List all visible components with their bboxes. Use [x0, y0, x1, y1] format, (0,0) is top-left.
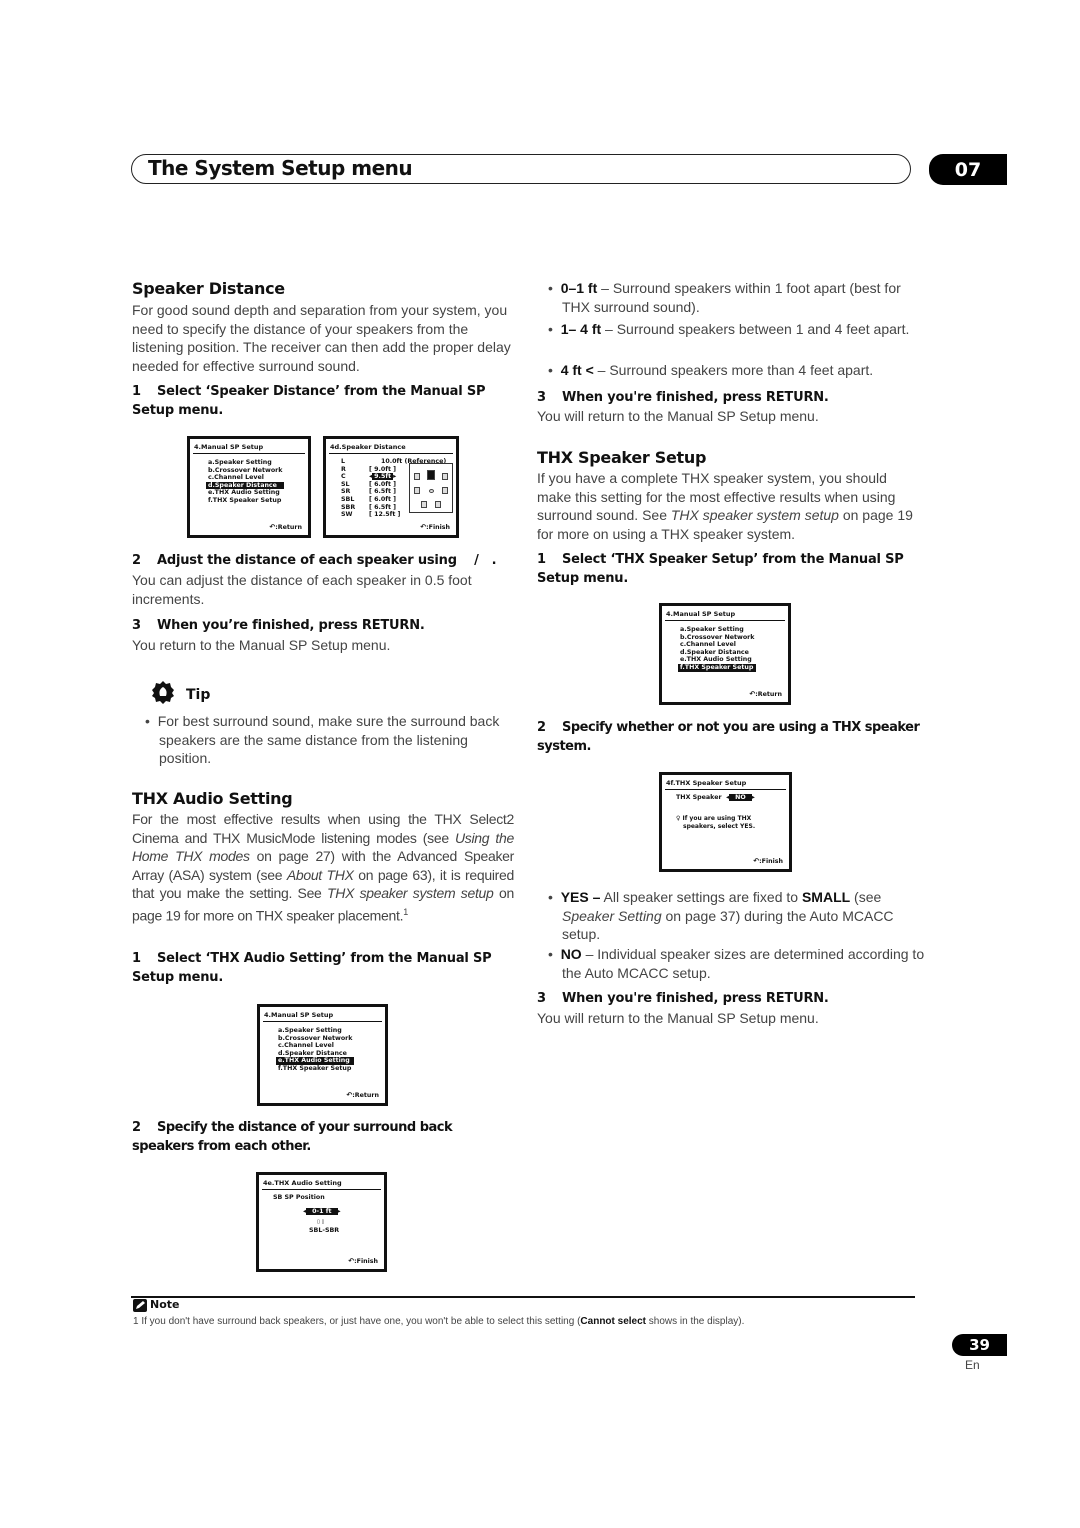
tip-label: Tip	[186, 687, 211, 703]
thx-speaker-step-2: 2 Specify whether or not you are using a …	[537, 720, 920, 754]
sb-position-selector: ◂ 0-1 ft ▸	[303, 1208, 341, 1215]
page-number: 39	[952, 1334, 1007, 1356]
osd-selected-item: f.THX Speaker Setup	[678, 663, 757, 672]
bullet-4ft-plus: • 4 ft < – Surround speakers more than 4…	[548, 362, 874, 378]
speaker-distance-step-3: 3 When you’re finished, press RETURN.	[132, 618, 425, 633]
heading-speaker-distance: Speaker Distance	[132, 279, 285, 298]
thx-speaker-step-3-body: You will return to the Manual SP Setup m…	[537, 1010, 819, 1026]
tip-bullet: • For best surround sound, make sure the…	[145, 713, 500, 766]
note-text: 1 If you don't have surround back speake…	[133, 1316, 745, 1327]
osd-selected-distance: 9.5ft	[372, 473, 394, 481]
osd-selected-item: d.Speaker Distance	[206, 481, 285, 490]
heading-thx-audio-setting: THX Audio Setting	[132, 789, 293, 808]
osd-speaker-distance: 4d.Speaker Distance L 10.0ft (Reference) …	[323, 436, 459, 538]
chapter-badge: 07	[929, 154, 1007, 185]
osd-selected-item: e.THX Audio Setting	[276, 1057, 355, 1065]
speaker-distance-step-1: 1 Select ‘Speaker Distance’ from the Manu…	[132, 384, 486, 418]
bullet-yes: • YES – All speaker settings are fixed t…	[548, 889, 894, 942]
note-pencil-icon	[133, 1299, 147, 1312]
osd-thx-audio-setting: 4e.THX Audio Setting SB SP Position ◂ 0-1…	[256, 1172, 387, 1272]
osd-manual-menu-thx-speaker: 4.Manual SP Setup a.Speaker Setting b.Cr…	[659, 603, 791, 705]
thx-audio-step-1: 1 Select ‘THX Audio Setting’ from the Man…	[132, 951, 492, 985]
thx-speaker-step-3: 3 When you're finished, press RETURN.	[537, 991, 829, 1006]
thx-speaker-value: NO	[729, 794, 752, 801]
speaker-distance-intro: For good sound depth and separation from…	[132, 302, 511, 374]
note-label: Note	[150, 1298, 180, 1311]
speaker-distance-step-3-body: You return to the Manual SP Setup menu.	[132, 637, 391, 653]
thx-audio-step-3: 3 When you're finished, press RETURN.	[537, 390, 829, 405]
thx-audio-step-2: 2 Specify the distance of your surround b…	[132, 1120, 453, 1154]
bullet-0-1ft: • 0–1 ft – Surround speakers within 1 fo…	[548, 280, 901, 315]
speaker-distance-step-2: 2 Adjust the distance of each speaker usi…	[132, 553, 497, 568]
osd-manual-menu-thx-audio: 4.Manual SP Setup a.Speaker Setting b.Cr…	[257, 1004, 388, 1106]
language-label: En	[965, 1358, 980, 1372]
thx-audio-intro: For the most effective results when usin…	[132, 811, 515, 924]
note-divider	[131, 1296, 915, 1298]
footnote-ref[interactable]: 1	[403, 907, 408, 917]
speaker-pair-icon: ▯ ▯	[317, 1219, 325, 1225]
page-title: The System Setup menu	[148, 156, 413, 180]
thx-audio-step-3-body: You will return to the Manual SP Setup m…	[537, 408, 819, 424]
bullet-1-4ft: • 1– 4 ft – Surround speakers between 1 …	[548, 321, 910, 337]
osd-thx-speaker-setup: 4f.THX Speaker Setup THX Speaker ◂ NO ▸ ♀ …	[659, 772, 792, 872]
heading-thx-speaker-setup: THX Speaker Setup	[537, 448, 707, 467]
thx-speaker-step-1: 1 Select ‘THX Speaker Setup’ from the Man…	[537, 552, 904, 586]
bullet-no: • NO – Individual speaker sizes are dete…	[548, 946, 925, 981]
tip-lightbulb-icon	[152, 681, 174, 705]
hint-bulb-icon: ♀	[676, 815, 681, 822]
speaker-layout-diagram	[409, 463, 453, 513]
speaker-distance-step-2-body: You can adjust the distance of each spea…	[132, 572, 472, 607]
osd-manual-menu-distance: 4.Manual SP Setup a.Speaker Setting b.Cr…	[187, 436, 311, 538]
thx-speaker-intro: If you have a complete THX speaker syste…	[537, 470, 913, 542]
